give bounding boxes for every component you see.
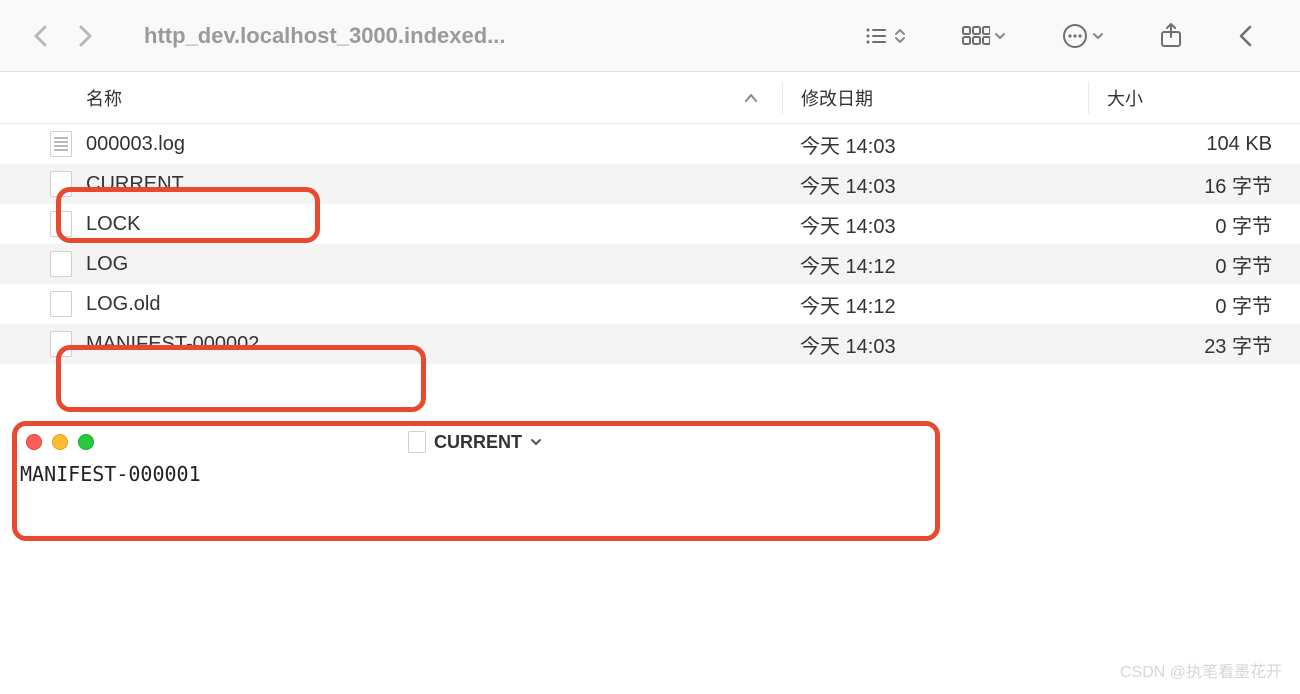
column-headers: 名称 修改日期 大小 (0, 72, 1300, 124)
table-row[interactable]: LOG.old 今天 14:12 0 字节 (0, 284, 1300, 324)
file-date: 今天 14:12 (800, 250, 896, 279)
file-icon (50, 251, 72, 277)
chevron-down-icon (994, 32, 1006, 40)
file-date: 今天 14:03 (800, 170, 896, 199)
file-name: LOG.old (86, 293, 160, 316)
file-icon (50, 291, 72, 317)
table-row[interactable]: LOG 今天 14:12 0 字节 (0, 244, 1300, 284)
column-header-date[interactable]: 修改日期 (782, 82, 1088, 114)
sort-ascending-icon (744, 87, 758, 108)
watermark: CSDN @执笔看墨花开 (1120, 658, 1282, 682)
column-date-label: 修改日期 (801, 85, 873, 111)
file-size: 0 字节 (1215, 250, 1272, 279)
maximize-button[interactable] (78, 434, 94, 450)
file-size: 16 字节 (1204, 170, 1272, 199)
editor-title-text: CURRENT (434, 432, 522, 453)
file-icon (50, 131, 72, 157)
file-size: 104 KB (1206, 133, 1272, 156)
table-row[interactable]: MANIFEST-000002 今天 14:03 23 字节 (0, 324, 1300, 364)
action-menu-button[interactable] (1062, 23, 1104, 49)
column-name-label: 名称 (86, 85, 122, 111)
window-title: http_dev.localhost_3000.indexed... (144, 23, 842, 49)
traffic-lights (26, 434, 94, 450)
finder-toolbar: http_dev.localhost_3000.indexed... (0, 0, 1300, 72)
nav-back-button[interactable] (28, 25, 52, 47)
editor-text: MANIFEST-000001 (20, 462, 201, 486)
toolbar-actions (864, 23, 1272, 49)
editor-titlebar[interactable]: CURRENT (14, 424, 936, 460)
file-icon (408, 431, 426, 453)
file-date: 今天 14:12 (800, 290, 896, 319)
editor-title: CURRENT (14, 431, 936, 453)
nav-forward-button[interactable] (74, 25, 98, 47)
file-name: CURRENT (86, 173, 184, 196)
editor-content[interactable]: MANIFEST-000001 (14, 460, 936, 488)
file-name: LOCK (86, 213, 140, 236)
file-date: 今天 14:03 (800, 330, 896, 359)
column-size-label: 大小 (1107, 85, 1143, 111)
table-row[interactable]: 000003.log 今天 14:03 104 KB (0, 124, 1300, 164)
file-icon (50, 331, 72, 357)
close-button[interactable] (26, 434, 42, 450)
file-name: MANIFEST-000002 (86, 333, 259, 356)
share-button[interactable] (1160, 23, 1182, 49)
file-icon (50, 171, 72, 197)
file-icon (50, 211, 72, 237)
view-options-button[interactable] (962, 26, 1006, 46)
tags-button[interactable] (1238, 25, 1252, 47)
file-size: 23 字节 (1204, 330, 1272, 359)
file-name: 000003.log (86, 133, 185, 156)
table-row[interactable]: LOCK 今天 14:03 0 字节 (0, 204, 1300, 244)
column-header-name[interactable]: 名称 (0, 85, 782, 111)
minimize-button[interactable] (52, 434, 68, 450)
group-view-button[interactable] (864, 26, 906, 46)
text-editor-window: CURRENT MANIFEST-000001 (14, 424, 936, 536)
table-row[interactable]: CURRENT 今天 14:03 16 字节 (0, 164, 1300, 204)
chevron-down-icon (530, 438, 542, 446)
file-size: 0 字节 (1215, 290, 1272, 319)
file-size: 0 字节 (1215, 210, 1272, 239)
file-name: LOG (86, 253, 128, 276)
file-list: 000003.log 今天 14:03 104 KB CURRENT 今天 14… (0, 124, 1300, 364)
file-date: 今天 14:03 (800, 210, 896, 239)
sort-double-chevron-icon (894, 27, 906, 45)
column-header-size[interactable]: 大小 (1088, 82, 1300, 114)
chevron-down-icon (1092, 32, 1104, 40)
file-date: 今天 14:03 (800, 130, 896, 159)
